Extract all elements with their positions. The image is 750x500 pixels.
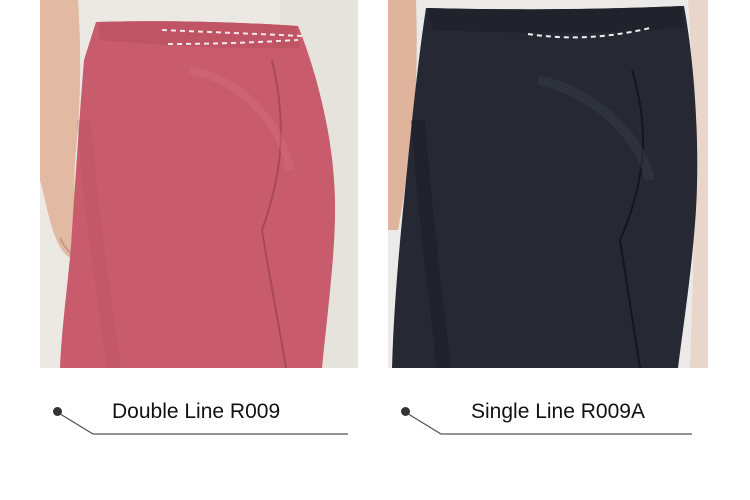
product-photo-double-line [40, 0, 358, 368]
product-label: Double Line R009 [112, 400, 281, 423]
caption-single-line: Single Line R009A [398, 400, 694, 440]
product-photo-single-line [388, 0, 708, 368]
bullet-dot-icon [53, 407, 62, 416]
leggings-black-illustration [388, 0, 708, 368]
caption-double-line: Double Line R009 [50, 400, 350, 440]
leggings-pink-illustration [40, 0, 358, 368]
bullet-dot-icon [401, 407, 410, 416]
product-label: Single Line R009A [471, 400, 645, 423]
